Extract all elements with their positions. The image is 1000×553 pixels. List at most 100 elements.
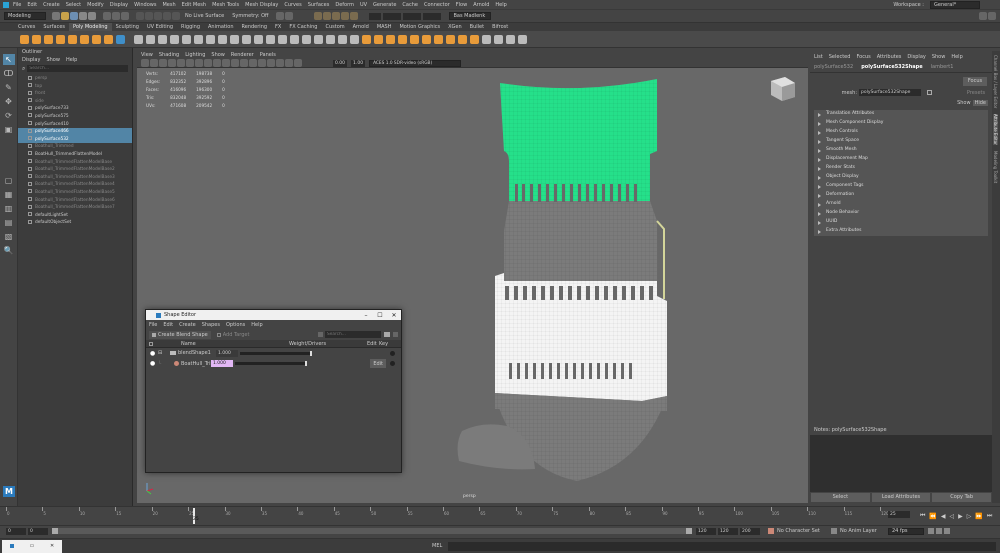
side-by-side-icon[interactable]: ▥ <box>3 203 15 214</box>
history-icon[interactable] <box>276 12 285 20</box>
close-icon[interactable]: ✕ <box>387 312 401 319</box>
outliner-item[interactable]: polySurface532 <box>18 135 132 144</box>
subdivide-icon[interactable] <box>458 34 467 44</box>
ae-tab[interactable]: polySurface532 <box>814 64 853 70</box>
y-field[interactable] <box>403 12 422 20</box>
go-start-icon[interactable]: ⏮ <box>920 512 925 520</box>
tab-xgen[interactable]: XGen <box>444 23 466 31</box>
uv-editor-icon[interactable] <box>494 34 503 44</box>
menu-item-edit[interactable]: Edit <box>27 2 37 8</box>
outliner-layout-icon[interactable]: ▤ <box>3 217 15 228</box>
tab-curves[interactable]: Curves <box>14 23 39 31</box>
z-field[interactable] <box>423 12 442 20</box>
visible-dot-icon[interactable]: ● <box>150 350 158 357</box>
tab-rendering[interactable]: Rendering <box>238 23 272 31</box>
focus-button[interactable]: Focus <box>963 77 987 86</box>
four-view-icon[interactable]: ▦ <box>3 189 15 200</box>
ae-menu-selected[interactable]: Selected <box>829 54 851 60</box>
open-scene-icon[interactable] <box>61 12 69 20</box>
range-end-handle-icon[interactable] <box>686 528 692 534</box>
torus-icon[interactable] <box>68 34 77 44</box>
blendshape-name[interactable]: blendShape1 <box>178 350 216 356</box>
ae-section[interactable]: Mesh Controls <box>814 128 988 137</box>
reduce-icon[interactable] <box>398 34 407 44</box>
tab-motion-graphics[interactable]: Motion Graphics <box>395 23 444 31</box>
show-button[interactable]: Show <box>957 100 971 106</box>
menu-item-uv[interactable]: UV <box>360 2 367 8</box>
shape-editor-titlebar[interactable]: Shape Editor – ☐ ✕ <box>146 310 401 320</box>
separate-icon[interactable] <box>146 34 155 44</box>
auto-key-icon[interactable] <box>936 528 942 534</box>
animation-prefs-icon[interactable] <box>944 528 950 534</box>
target-weld-icon[interactable] <box>266 34 275 44</box>
playback-start-field[interactable]: 0 <box>28 527 48 535</box>
menu-item-edit-mesh[interactable]: Edit Mesh <box>182 2 206 8</box>
outliner-item[interactable]: Boathull_TrimmedFlattenModelBase7 <box>18 204 132 212</box>
notes-area[interactable]: Notes: polySurface532Shape <box>810 426 992 492</box>
fps-dropdown[interactable]: 24 fps <box>888 527 924 535</box>
ae-tab[interactable]: lambert1 <box>931 64 954 70</box>
ae-section[interactable]: UUID <box>814 218 988 227</box>
menu-item-file[interactable]: File <box>13 2 21 8</box>
outliner-item[interactable]: defaultLightSet <box>18 212 132 220</box>
sculpt-icon[interactable] <box>482 34 491 44</box>
step-forward-key-icon[interactable]: ⏩ <box>975 513 982 520</box>
menu-item-connector[interactable]: Connector <box>424 2 450 8</box>
outliner-item[interactable]: polySurface410 <box>18 121 132 129</box>
platonic-icon[interactable] <box>104 34 113 44</box>
maximize-icon[interactable]: ☐ <box>373 312 387 319</box>
ipr-render-icon[interactable] <box>332 12 341 20</box>
maya-home-icon[interactable]: M <box>3 486 15 497</box>
select-button[interactable]: Select <box>811 493 870 502</box>
go-end-icon[interactable]: ⏭ <box>987 512 992 520</box>
cleanup-icon[interactable] <box>410 34 419 44</box>
paint-select-icon[interactable]: ✎ <box>3 82 15 93</box>
outliner-search-input[interactable] <box>27 65 128 72</box>
plane-icon[interactable] <box>80 34 89 44</box>
single-view-icon[interactable]: ▢ <box>3 175 15 186</box>
ae-menu-list[interactable]: List <box>814 54 823 60</box>
duplicate-face-icon[interactable] <box>374 34 383 44</box>
tab-rigging[interactable]: Rigging <box>177 23 204 31</box>
start-time-field[interactable]: 0 <box>6 527 26 535</box>
ae-section[interactable]: Node Behavior <box>814 209 988 218</box>
outliner-item[interactable]: polySurface575 <box>18 113 132 121</box>
outliner-item[interactable]: Boathull_TrimmedFlattenModelBase3 <box>18 174 132 182</box>
transform-field-icon[interactable] <box>369 12 382 20</box>
bridge-icon[interactable] <box>206 34 215 44</box>
ae-section[interactable]: Displacement Map <box>814 155 988 164</box>
ae-section[interactable]: Mesh Component Display <box>814 119 988 128</box>
menu-item-flow[interactable]: Flow <box>456 2 467 8</box>
playback-end-field[interactable]: 120 <box>696 527 716 535</box>
quadrangulate-icon[interactable] <box>434 34 443 44</box>
target-edit-button[interactable]: Edit <box>370 359 386 368</box>
menu-item-display[interactable]: Display <box>110 2 128 8</box>
tab-mash[interactable]: MASH <box>373 23 396 31</box>
tab-bifrost[interactable]: Bifrost <box>488 23 512 31</box>
target-visible-dot-icon[interactable]: ● <box>150 360 158 367</box>
outliner-item[interactable]: Boathull_TrimmedFlattenModelBase4 <box>18 181 132 189</box>
smooth-icon[interactable] <box>158 34 167 44</box>
disc-icon[interactable] <box>92 34 101 44</box>
shape-menu-help[interactable]: Help <box>251 322 262 328</box>
menu-item-surfaces[interactable]: Surfaces <box>308 2 330 8</box>
menu-item-windows[interactable]: Windows <box>134 2 156 8</box>
target-slider-handle-icon[interactable] <box>305 361 307 366</box>
menu-item-mesh[interactable]: Mesh <box>162 2 175 8</box>
presets-button[interactable]: Presets <box>964 90 988 96</box>
expand-icon[interactable]: ⊟ <box>158 350 170 356</box>
outliner-item[interactable]: persp <box>18 75 132 83</box>
render-icon[interactable] <box>323 12 332 20</box>
tab-poly-modeling[interactable]: Poly Modeling <box>69 23 112 31</box>
target-row[interactable]: ● └ BoatHull_Trimm 1.000 Edit <box>146 358 401 369</box>
bevel-icon[interactable] <box>218 34 227 44</box>
settings-icon[interactable] <box>979 12 987 20</box>
menu-item-curves[interactable]: Curves <box>284 2 301 8</box>
loop-icon[interactable] <box>928 528 934 534</box>
outliner-item[interactable]: Boathull_TrimmedFlattenModelBase5 <box>18 189 132 197</box>
ae-menu-focus[interactable]: Focus <box>856 54 870 60</box>
x-field[interactable] <box>383 12 402 20</box>
range-start-handle-icon[interactable] <box>52 528 58 534</box>
outliner-menu-display[interactable]: Display <box>22 57 40 63</box>
load-attributes-button[interactable]: Load Attributes <box>871 493 931 502</box>
